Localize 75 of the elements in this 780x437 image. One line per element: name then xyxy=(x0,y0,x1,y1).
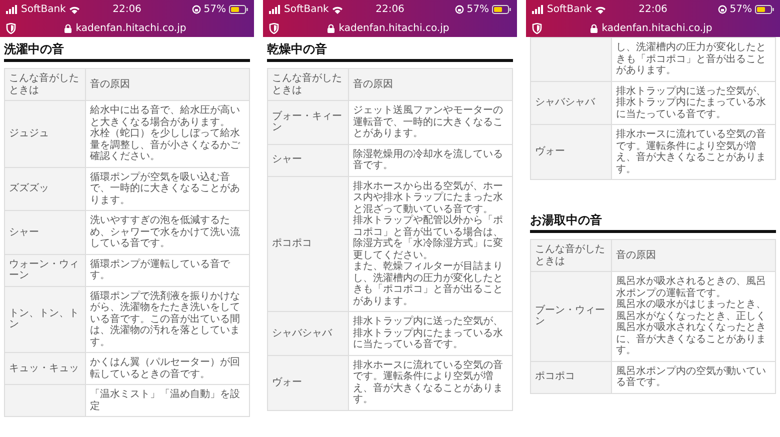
cause-cell: 排水トラップ内に送った空気が、排水トラップ内にたまっている水に当たっている音です。 xyxy=(612,81,776,124)
shield-icon[interactable] xyxy=(269,22,279,34)
sound-cell: ブォー・キィーン xyxy=(268,100,348,144)
cause-text: 水栓（蛇口）を少ししぼって給水量を調整し、音が小さくなるかご確認ください。 xyxy=(90,128,241,162)
cause-cell: 循環ポンプが空気を吸い込む音で、一時的に大きくなることがあります。 xyxy=(86,167,250,210)
sound-cell: シャバシャバ xyxy=(268,312,348,355)
cause-text: 風呂水が吸水されるときの、風呂水ポンプの運転音です。 xyxy=(616,276,767,298)
column-header: 音の原因 xyxy=(348,68,512,100)
cause-text: 排水ホースから出る空気が、ホース内や排水トラップにたまった水と混ざって動いている音です。 xyxy=(353,180,504,214)
lock-icon xyxy=(590,24,598,32)
column-header: こんな音がしたときは xyxy=(530,240,612,272)
sound-cell: ウォーン・ウィーン xyxy=(4,254,86,286)
clock-time: 22:06 xyxy=(638,4,668,15)
cause-cell: 排水トラップ内に送った空気が、排水トラップ内にたまっている水に当たっている音です。 xyxy=(348,312,512,355)
battery-icon xyxy=(229,5,248,14)
cause-cell: ジェット送風ファンやモーターの運転音で、一時的に大きくなることがあります。 xyxy=(348,100,512,144)
wifi-icon xyxy=(68,6,80,14)
cause-text: 給水中に出る音で、給水圧が高いと大きくなる場合があります。 xyxy=(90,105,241,128)
battery-percent: 57% xyxy=(466,4,490,15)
shield-icon[interactable] xyxy=(6,22,16,34)
cause-cell: 除湿乾燥用の冷却水を流している音です。 xyxy=(348,144,512,176)
cause-cell: 洗いやすすぎの泡を低減するため、シャワーで水をかけて洗い流している音です。 xyxy=(86,210,250,254)
sound-cell: キュッ・キュッ xyxy=(4,352,86,384)
carrier-name: SoftBank xyxy=(21,4,66,15)
battery-icon xyxy=(492,5,512,14)
orientation-lock-icon xyxy=(454,5,464,14)
address-url[interactable]: kadenfan.hitachi.co.jp xyxy=(338,22,450,34)
wifi-icon xyxy=(594,6,606,14)
sound-cell: ヴォー xyxy=(268,355,348,410)
orientation-lock-icon xyxy=(192,5,201,14)
battery-icon xyxy=(755,5,774,14)
section-heading: 洗濯中の音 xyxy=(4,37,250,62)
cause-cell: 排水ホースに流れている空気の音です。運転条件により空気が増え、音が大きくなることがあります。 xyxy=(348,355,512,410)
signal-icon xyxy=(6,5,18,14)
cause-cell: 循環ポンプが運転している音です。 xyxy=(86,254,250,286)
sound-cell: ポコポコ xyxy=(530,361,612,393)
column-header: こんな音がしたときは xyxy=(4,68,86,100)
sound-cell: ヴォー xyxy=(530,124,612,180)
cause-cell: し、洗濯槽内の圧力が変化したときも「ポコポコ」と音が出ることがあります。 xyxy=(612,38,776,81)
cause-cell: 「温水ミスト」「温め自動」を設定 xyxy=(86,384,250,416)
sound-cell: ポコポコ xyxy=(268,176,348,312)
lock-icon xyxy=(326,24,335,32)
carrier-name: SoftBank xyxy=(284,4,329,15)
clock-time: 22:06 xyxy=(376,4,404,15)
cause-cell: かくはん翼（パルセーター）が回転しているときの音です。 xyxy=(86,352,250,384)
sound-cell: ジュジュ xyxy=(4,100,86,167)
battery-percent: 57% xyxy=(204,4,226,15)
sound-cell: シャー xyxy=(268,144,348,176)
signal-icon xyxy=(269,5,281,14)
cause-cell: 循環ポンプで洗剤液を振りかけながら、洗濯物をたたき洗いをしている音です。この音が出ている間は、洗濯物の汚れを落としています。 xyxy=(86,286,250,352)
sound-cell: シャー xyxy=(4,210,86,254)
cause-text: また、乾燥フィルターが目詰まりし、洗濯槽内の圧力が変化したときも「ポコポコ」と音が出ることがあります。 xyxy=(353,261,504,307)
signal-icon xyxy=(532,5,544,14)
wifi-icon xyxy=(332,6,343,14)
orientation-lock-icon xyxy=(718,5,727,14)
cause-cell: 排水ホースに流れている空気の音です。運転条件により空気が増え、音が大きくなることがあります。 xyxy=(612,124,776,180)
lock-icon xyxy=(64,24,72,32)
battery-percent: 57% xyxy=(730,4,752,15)
section-heading: お湯取中の音 xyxy=(530,208,776,233)
address-url[interactable]: kadenfan.hitachi.co.jp xyxy=(602,22,712,34)
section-heading: 乾燥中の音 xyxy=(267,37,513,62)
sound-cell: トン、トン、トン xyxy=(4,286,86,352)
sound-cell: ズズズッ xyxy=(4,167,86,210)
address-url[interactable]: kadenfan.hitachi.co.jp xyxy=(76,22,186,34)
cause-text: 排水トラップや配管以外から「ポコポコ」と音が出ている場合は、除湿方式を「水冷除湿方式」に変更してください。 xyxy=(353,215,504,260)
column-header: 音の原因 xyxy=(86,68,250,100)
column-header: 音の原因 xyxy=(612,240,776,272)
carrier-name: SoftBank xyxy=(547,4,592,15)
shield-icon[interactable] xyxy=(532,22,542,34)
cause-cell: 風呂水ポンプ内の空気が動いている音です。 xyxy=(612,361,776,393)
column-header: こんな音がしたときは xyxy=(268,68,348,100)
cause-text: 風呂水の吸水がはじまったとき、風呂水がなくなったとき、正しく風呂水が吸水されなくなったときに、音が大きくなることがあります。 xyxy=(616,299,767,356)
clock-time: 22:06 xyxy=(112,4,142,15)
sound-cell: シャバシャバ xyxy=(530,81,612,124)
sound-cell: ブーン・ウィーン xyxy=(530,272,612,361)
